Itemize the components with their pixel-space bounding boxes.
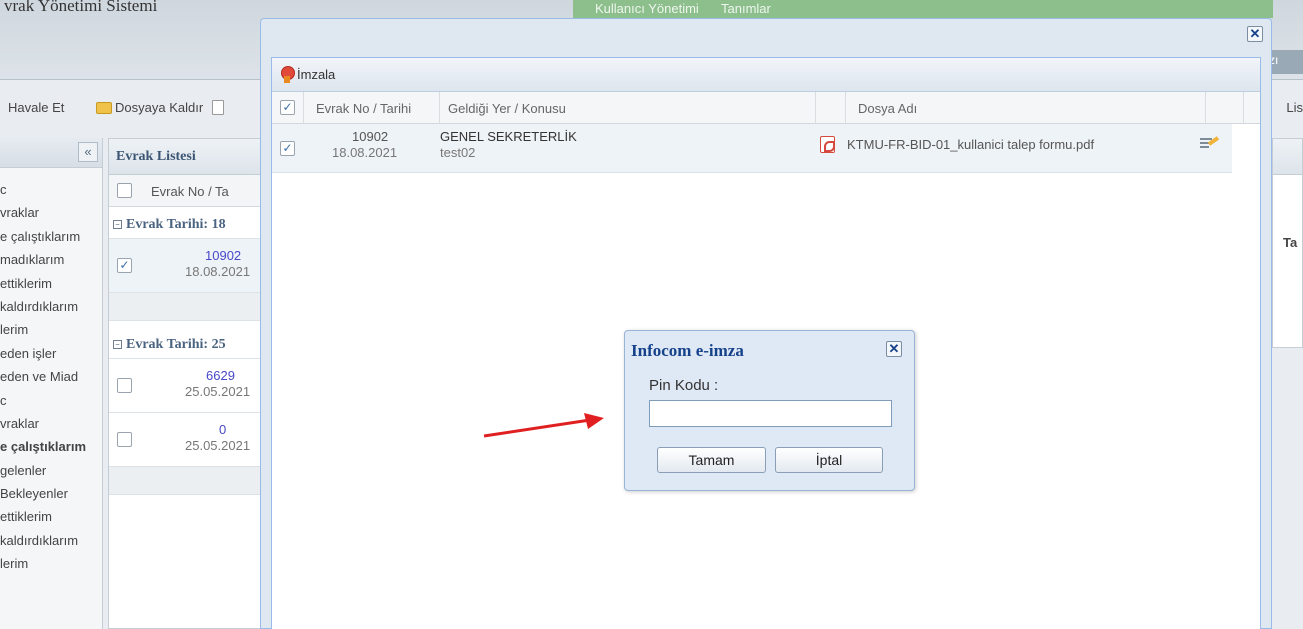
imzala-button[interactable]: İmzala: [280, 66, 335, 83]
group-header[interactable]: − Evrak Tarihi: 25: [109, 327, 267, 359]
header-checkbox-cell: ✓: [272, 92, 304, 124]
list-row[interactable]: 6629 25.05.2021: [109, 359, 267, 413]
folder-icon: [96, 101, 112, 114]
collapse-panel-button[interactable]: «: [78, 142, 98, 162]
pin-input[interactable]: [649, 400, 892, 427]
sidebar-item[interactable]: gelenler: [0, 459, 102, 482]
document-icon: [212, 100, 225, 115]
arrow-shaft: [483, 418, 591, 438]
row-checkbox[interactable]: [117, 378, 132, 393]
column-dosya-adi[interactable]: Dosya Adı: [846, 92, 1206, 124]
column-evrak-no: Evrak No / Ta: [151, 184, 229, 199]
edit-note-icon[interactable]: [1200, 136, 1220, 152]
right-panel-header: [1273, 139, 1302, 175]
select-all-checkbox[interactable]: ✓: [280, 100, 295, 115]
sidebar-item[interactable]: ettiklerim: [0, 505, 102, 528]
row-checkbox[interactable]: ✓: [280, 141, 295, 156]
subject-text: test02: [440, 145, 476, 160]
sidebar-item[interactable]: eden ve Miad: [0, 365, 102, 388]
sidebar-item[interactable]: kaldırdıklarım: [0, 529, 102, 552]
sidebar-item[interactable]: e çalıştıklarım: [0, 435, 102, 458]
sidebar-item[interactable]: e çalıştıklarım: [0, 225, 102, 248]
sidebar-item[interactable]: vraklar: [0, 412, 102, 435]
annotation-arrow: [483, 413, 604, 438]
select-all-checkbox[interactable]: [117, 183, 132, 198]
file-name[interactable]: KTMU-FR-BID-01_kullanici talep formu.pdf: [847, 137, 1094, 152]
table-row[interactable]: ✓ 10902 18.08.2021 GENEL SEKRETERLİK tes…: [272, 124, 1232, 173]
evrak-no[interactable]: 10902: [205, 248, 241, 263]
dialog-close-button[interactable]: ✕: [886, 341, 902, 357]
group-footer: [109, 293, 267, 321]
left-nav-header: «: [0, 138, 102, 168]
dialog-title: Infocom e-imza: [631, 341, 744, 360]
collapse-group-icon[interactable]: −: [113, 220, 122, 230]
list-row[interactable]: 0 25.05.2021: [109, 413, 267, 467]
sidebar-item[interactable]: kaldırdıklarım: [0, 295, 102, 318]
dosyaya-kaldir-label: Dosyaya Kaldır: [115, 100, 204, 115]
column-icon: [816, 92, 846, 124]
e-imza-dialog: Infocom e-imza ✕ Pin Kodu : Tamam İptal: [624, 330, 915, 491]
menu-item-kullanici-yonetimi[interactable]: Kullanıcı Yönetimi: [595, 1, 699, 16]
evrak-date: 25.05.2021: [185, 384, 251, 399]
sidebar-item[interactable]: madıklarım: [0, 248, 102, 271]
arrow-head: [584, 413, 604, 429]
signature-badge-icon: [280, 66, 295, 83]
sidebar-item[interactable]: Bekleyenler: [0, 482, 102, 505]
evrak-date: 25.05.2021: [185, 438, 251, 453]
left-nav-panel: « c vraklar e çalıştıklarım madıklarım ettik…: [0, 138, 103, 629]
havale-et-label: Havale Et: [8, 100, 65, 115]
list-row[interactable]: ✓ 10902 18.08.2021: [109, 239, 267, 293]
evrak-listesi-title: Evrak Listesi: [109, 139, 267, 175]
modal-grid-header: ✓ Evrak No / Tarihi Geldiği Yer / Konusu…: [272, 92, 1260, 124]
group-header[interactable]: − Evrak Tarihi: 18: [109, 207, 267, 239]
nav-list: c vraklar e çalıştıklarım madıklarım ettikle…: [0, 178, 102, 576]
evrak-listesi-panel: Evrak Listesi Evrak No / Ta − Evrak Tarih…: [108, 138, 268, 629]
top-menu: Kullanıcı Yönetimi Tanımlar: [573, 0, 1273, 18]
evrak-no[interactable]: 6629: [206, 368, 235, 383]
toolbar-right-label[interactable]: Lis: [1286, 100, 1303, 115]
right-detail-panel: Ta: [1272, 138, 1303, 348]
evrak-no: 10902: [352, 129, 389, 144]
imzala-label: İmzala: [297, 67, 336, 82]
row-checkbox[interactable]: [117, 432, 132, 447]
sidebar-item[interactable]: lerim: [0, 552, 102, 575]
column-evrak-no-tarihi[interactable]: Evrak No / Tarihi: [304, 92, 440, 124]
row-checkbox[interactable]: ✓: [117, 258, 132, 273]
menu-item-tanimlar[interactable]: Tanımlar: [721, 1, 771, 16]
sidebar-item[interactable]: eden işler: [0, 342, 102, 365]
evrak-no[interactable]: 0: [219, 422, 226, 437]
imzala-modal: ✕ İmzala ✓ Evrak No / Tarihi Geldiği Yer…: [260, 18, 1272, 629]
sidebar-item[interactable]: vraklar: [0, 201, 102, 224]
tamam-button[interactable]: Tamam: [657, 447, 766, 473]
modal-toolbar: İmzala: [272, 58, 1260, 92]
pdf-icon[interactable]: [820, 136, 835, 153]
sidebar-item[interactable]: ettiklerim: [0, 272, 102, 295]
app-title: vrak Yönetimi Sistemi: [4, 0, 158, 15]
collapse-group-icon[interactable]: −: [113, 340, 122, 350]
iptal-button[interactable]: İptal: [775, 447, 883, 473]
evrak-date: 18.08.2021: [332, 145, 398, 160]
evrak-listesi-column-header: Evrak No / Ta: [109, 175, 267, 207]
modal-close-button[interactable]: ✕: [1247, 26, 1263, 42]
right-panel-column: Ta: [1283, 235, 1298, 250]
dosyaya-kaldir-button[interactable]: Dosyaya Kaldır: [96, 100, 225, 115]
sidebar-item[interactable]: c: [0, 178, 102, 201]
sidebar-item[interactable]: c: [0, 389, 102, 412]
havale-et-button[interactable]: Havale Et: [8, 100, 64, 115]
evrak-date: 18.08.2021: [185, 264, 251, 279]
origin-text: GENEL SEKRETERLİK: [440, 129, 577, 144]
group-footer: [109, 467, 267, 495]
column-edit: [1206, 92, 1244, 124]
pin-label: Pin Kodu :: [649, 377, 719, 394]
sidebar-item[interactable]: lerim: [0, 318, 102, 341]
column-geldigi-yer[interactable]: Geldiği Yer / Konusu: [440, 92, 816, 124]
